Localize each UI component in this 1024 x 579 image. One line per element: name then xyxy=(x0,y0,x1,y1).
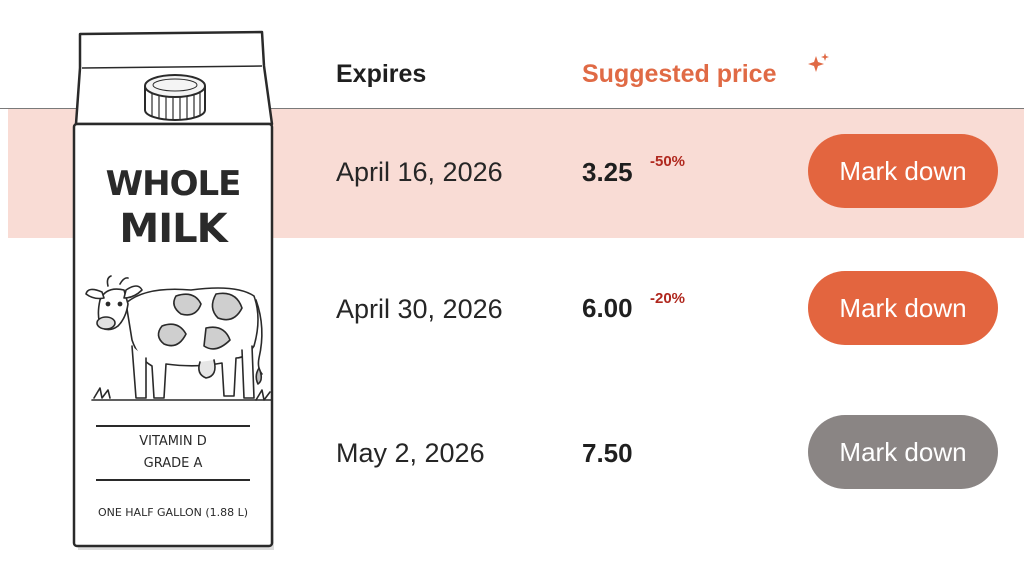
expiry-date: May 2, 2026 xyxy=(336,438,485,468)
product-title-line2: MILK xyxy=(119,206,227,252)
discount-percent: -20% xyxy=(650,290,686,307)
mark-down-button-disabled[interactable]: Mark down xyxy=(808,415,998,489)
sparkle-icon xyxy=(806,52,830,76)
suggested-price: 3.25 xyxy=(582,157,633,187)
mark-down-button[interactable]: Mark down xyxy=(808,271,998,345)
product-size: ONE HALF GALLON (1.88 L) xyxy=(97,506,249,519)
product-title-line1: WHOLE xyxy=(105,164,242,204)
suggested-price: 7.50 xyxy=(582,438,633,468)
mark-down-button[interactable]: Mark down xyxy=(808,134,998,208)
milk-carton-illustration: WHOLE MILK VITAMIN D GRADE A ONE HALF GA… xyxy=(66,28,280,558)
product-info-line1: VITAMIN D xyxy=(139,434,207,449)
expiry-date: April 16, 2026 xyxy=(336,157,503,187)
product-info-line2: GRADE A xyxy=(143,456,203,471)
suggested-price-column-header: Suggested price xyxy=(582,60,777,88)
expires-column-header: Expires xyxy=(336,60,427,88)
discount-percent: -50% xyxy=(650,153,686,170)
expiry-date: April 30, 2026 xyxy=(336,294,503,324)
suggested-price: 6.00 xyxy=(582,293,633,323)
